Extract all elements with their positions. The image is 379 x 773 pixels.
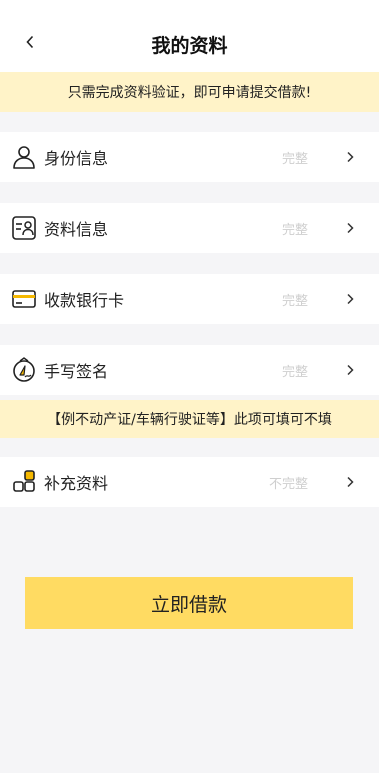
list-item-bank-card[interactable]: 收款银行卡 完整 [0, 274, 379, 324]
chevron-right-icon [347, 293, 354, 305]
borrow-now-button[interactable]: 立即借款 [25, 577, 353, 629]
list-item-profile[interactable]: 资料信息 完整 [0, 203, 379, 253]
signature-icon [13, 357, 35, 382]
item-status: 不完整 [268, 476, 308, 492]
item-label: 资料信息 [44, 220, 109, 239]
item-status: 完整 [281, 151, 308, 167]
chevron-right-icon [347, 476, 354, 488]
item-label: 手写签名 [44, 362, 109, 381]
item-label: 收款银行卡 [44, 291, 125, 310]
chevron-right-icon [347, 151, 354, 163]
item-status: 完整 [281, 293, 308, 309]
chevron-right-icon [347, 364, 354, 376]
list-item-identity[interactable]: 身份信息 完整 [0, 132, 379, 182]
supplement-note: 【例不动产证/车辆行驶证等】此项可填可不填 [0, 400, 379, 438]
bank-card-icon [12, 290, 36, 308]
list-item-signature[interactable]: 手写签名 完整 [0, 345, 379, 395]
list-item-supplement[interactable]: 补充资料 不完整 [0, 457, 379, 507]
item-status: 完整 [281, 222, 308, 238]
id-card-icon [12, 216, 36, 240]
page-title: 我的资料 [151, 35, 228, 57]
grid-blocks-icon [13, 470, 35, 492]
notice-banner: 只需完成资料验证，即可申请提交借款! [0, 72, 379, 112]
item-label: 身份信息 [44, 149, 109, 168]
chevron-right-icon [347, 222, 354, 234]
item-status: 完整 [281, 364, 308, 380]
header: 我的资料 [0, 0, 379, 72]
item-label: 补充资料 [44, 474, 109, 493]
person-icon [13, 146, 35, 169]
